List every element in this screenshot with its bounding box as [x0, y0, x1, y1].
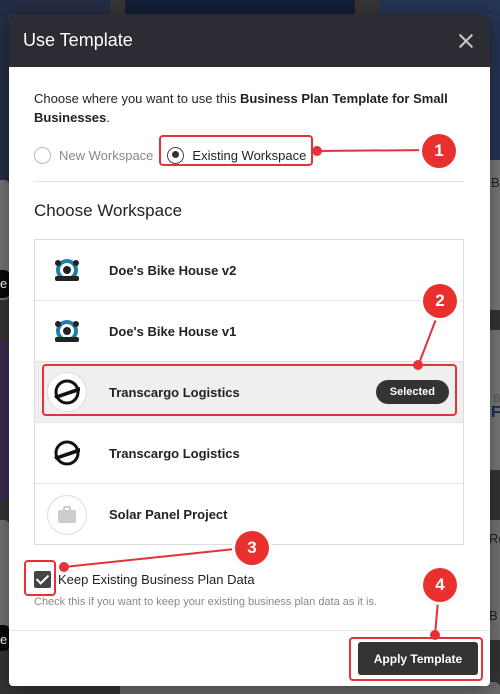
annotation-badge: 4 [423, 568, 457, 602]
workspace-name: Solar Panel Project [109, 507, 228, 522]
keep-data-row: Keep Existing Business Plan Data [34, 571, 255, 588]
intro-text: Choose where you want to use this Busine… [34, 89, 464, 127]
close-icon[interactable] [456, 31, 476, 51]
workspace-item[interactable]: Doe's Bike House v1 [35, 301, 463, 362]
workspace-item[interactable]: Transcargo Logistics [35, 423, 463, 484]
modal-title: Use Template [23, 30, 133, 50]
annotation-badge: 2 [423, 284, 457, 318]
modal-header: Use Template [9, 14, 490, 67]
selected-badge: Selected [375, 380, 449, 404]
bg-text: B [489, 608, 498, 623]
use-template-modal: Use Template Choose where you want to us… [9, 14, 490, 686]
annotation-badge: 3 [235, 531, 269, 565]
workspace-name: Doe's Bike House v2 [109, 262, 237, 278]
workspace-name: Transcargo Logistics [109, 384, 240, 400]
bike-logo-icon [47, 311, 87, 351]
intro-prefix: Choose where you want to use this [34, 91, 240, 106]
bg-text: e [0, 632, 8, 647]
keep-data-help: Check this if you want to keep your exis… [34, 596, 378, 608]
annotation-badge: 1 [422, 134, 456, 168]
workspace-name: Transcargo Logistics [109, 445, 240, 461]
bg-text: F [491, 404, 500, 421]
transcargo-logo-icon [47, 433, 87, 473]
radio-existing-workspace-label[interactable]: Existing Workspace [192, 148, 306, 163]
workspace-item-selected[interactable]: Transcargo Logistics Selected [35, 362, 463, 423]
bg-text: e [0, 276, 8, 291]
workspace-type-options: New Workspace Existing Workspace [34, 144, 306, 166]
radio-existing-workspace[interactable] [167, 146, 185, 164]
keep-data-label[interactable]: Keep Existing Business Plan Data [58, 572, 255, 587]
transcargo-logo-icon [47, 372, 87, 412]
keep-data-checkbox[interactable] [34, 571, 51, 588]
apply-template-button[interactable]: Apply Template [358, 642, 478, 675]
footer-divider [9, 630, 490, 631]
section-title: Choose Workspace [34, 201, 183, 220]
bike-logo-icon [47, 250, 87, 290]
divider [34, 181, 464, 182]
workspace-name: Doe's Bike House v1 [109, 323, 237, 339]
radio-new-workspace-label[interactable]: New Workspace [59, 148, 153, 163]
bg-text: Ro [489, 531, 500, 546]
workspace-list: Doe's Bike House v2 Doe's Bike House v1 [34, 239, 464, 545]
briefcase-icon [47, 494, 87, 535]
workspace-item[interactable]: Doe's Bike House v2 [35, 240, 463, 301]
radio-new-workspace[interactable] [34, 146, 51, 164]
intro-suffix: . [106, 110, 110, 125]
bg-text: B [491, 175, 500, 190]
